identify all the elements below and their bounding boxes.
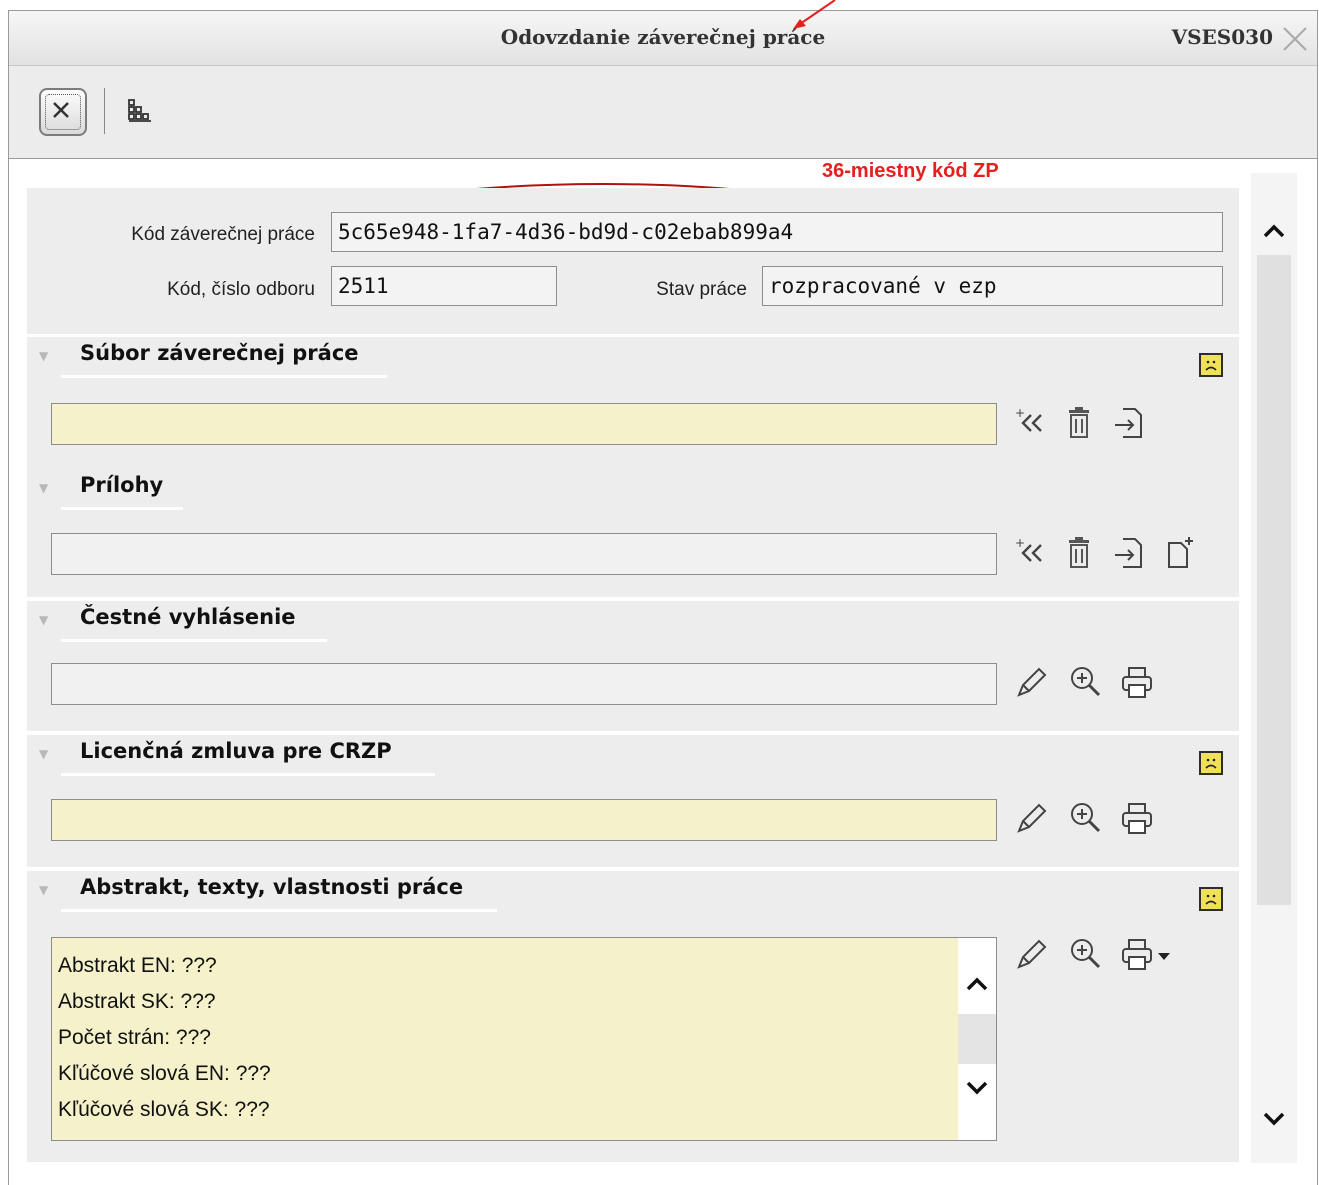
app-code: VSES030 <box>1171 25 1273 49</box>
main-scrollbar[interactable] <box>1251 173 1297 1163</box>
scroll-down-icon[interactable] <box>966 1080 988 1096</box>
add-file-icon[interactable]: + <box>1013 405 1049 441</box>
section-title: Súbor záverečnej práce <box>80 341 359 365</box>
header-panel: Kód záverečnej práce 5c65e948-1fa7-4d36-… <box>27 188 1239 334</box>
svg-text:+: + <box>1015 406 1025 420</box>
declaration-input[interactable] <box>51 663 997 705</box>
section-attachments[interactable]: ▼ Prílohy <box>27 469 1239 510</box>
trash-icon[interactable] <box>1061 405 1097 441</box>
sad-face-icon <box>1199 887 1223 911</box>
abstract-line: Abstrakt EN: ??? <box>58 954 217 977</box>
collapse-triangle-icon[interactable]: ▼ <box>39 747 48 761</box>
add-file-icon[interactable]: + <box>1013 535 1049 571</box>
files-panel: ▼ Súbor záverečnej práce + ▼ Prílohy + <box>27 337 1239 597</box>
section-underline <box>61 507 183 510</box>
dept-label: Kód, číslo odboru <box>167 279 315 300</box>
close-x-icon <box>53 102 69 118</box>
section-thesis-file[interactable]: ▼ Súbor záverečnej práce <box>27 337 1239 378</box>
toolbar <box>9 66 1317 159</box>
section-license[interactable]: ▼ Licenčná zmluva pre CRZP <box>27 735 1239 776</box>
section-abstract[interactable]: ▼ Abstrakt, texty, vlastnosti práce <box>27 871 1239 912</box>
zoom-in-icon[interactable] <box>1067 663 1103 699</box>
import-file-icon[interactable] <box>1111 535 1147 571</box>
status-label: Stav práce <box>656 279 747 300</box>
sad-face-icon <box>1199 353 1223 377</box>
trash-icon[interactable] <box>1061 535 1097 571</box>
window-title: Odovzdanie záverečnej práce <box>500 25 826 49</box>
dept-field[interactable]: 2511 <box>331 266 557 306</box>
thesis-code-label: Kód záverečnej práce <box>131 224 315 245</box>
collapse-triangle-icon[interactable]: ▼ <box>39 883 48 897</box>
pencil-icon[interactable] <box>1013 801 1049 837</box>
scroll-up-icon[interactable] <box>1263 223 1285 239</box>
thesis-file-input[interactable] <box>51 403 997 445</box>
sad-face-icon <box>1199 751 1223 775</box>
import-file-icon[interactable] <box>1111 405 1147 441</box>
declaration-panel: ▼ Čestné vyhlásenie <box>27 601 1239 731</box>
close-button[interactable] <box>39 88 87 136</box>
status-field[interactable]: rozpracované v ezp <box>762 266 1223 306</box>
collapse-triangle-icon[interactable]: ▼ <box>39 613 48 627</box>
collapse-triangle-icon[interactable]: ▼ <box>39 481 48 495</box>
license-panel: ▼ Licenčná zmluva pre CRZP <box>27 735 1239 867</box>
scroll-up-icon[interactable] <box>966 976 988 992</box>
section-title: Abstrakt, texty, vlastnosti práce <box>80 875 464 899</box>
attachments-input[interactable] <box>51 533 997 575</box>
abstract-line: Počet strán: ??? <box>58 1026 211 1049</box>
pencil-icon[interactable] <box>1013 937 1049 973</box>
abstract-textarea[interactable]: Abstrakt EN: ??? Abstrakt SK: ??? Počet … <box>51 937 997 1141</box>
dropdown-arrow-icon[interactable] <box>1157 951 1171 961</box>
pencil-icon[interactable] <box>1013 665 1049 701</box>
section-title: Čestné vyhlásenie <box>80 605 296 629</box>
grid-layout-icon[interactable] <box>127 98 153 124</box>
license-input[interactable] <box>51 799 997 841</box>
abstract-line: Kľúčové slová SK: ??? <box>58 1098 270 1121</box>
section-title: Licenčná zmluva pre CRZP <box>80 739 392 763</box>
title-bar: Odovzdanie záverečnej práce VSES030 <box>9 11 1317 66</box>
section-title: Prílohy <box>80 473 164 497</box>
toolbar-separator <box>104 88 105 134</box>
textarea-scroll-thumb[interactable] <box>958 1014 996 1064</box>
zoom-in-icon[interactable] <box>1067 799 1103 835</box>
section-declaration[interactable]: ▼ Čestné vyhlásenie <box>27 601 1239 642</box>
scroll-down-icon[interactable] <box>1263 1111 1285 1127</box>
new-document-icon[interactable] <box>1161 535 1197 571</box>
printer-icon[interactable] <box>1119 937 1155 973</box>
printer-icon[interactable] <box>1119 665 1155 701</box>
svg-text:+: + <box>1015 536 1025 550</box>
thesis-code-field[interactable]: 5c65e948-1fa7-4d36-bd9d-c02ebab899a4 <box>331 212 1223 252</box>
section-underline <box>61 639 327 642</box>
main-scroll-thumb[interactable] <box>1257 255 1291 905</box>
section-underline <box>61 773 435 776</box>
close-icon[interactable] <box>1281 25 1309 53</box>
form-content: Kód záverečnej práce 5c65e948-1fa7-4d36-… <box>27 172 1239 1162</box>
abstract-line: Kľúčové slová EN: ??? <box>58 1062 271 1085</box>
collapse-triangle-icon[interactable]: ▼ <box>39 349 48 363</box>
printer-icon[interactable] <box>1119 801 1155 837</box>
abstract-line: Abstrakt SK: ??? <box>58 990 216 1013</box>
textarea-scrollbar[interactable] <box>958 938 996 1140</box>
section-underline <box>61 375 387 378</box>
section-underline <box>61 909 497 912</box>
zoom-in-icon[interactable] <box>1067 935 1103 971</box>
